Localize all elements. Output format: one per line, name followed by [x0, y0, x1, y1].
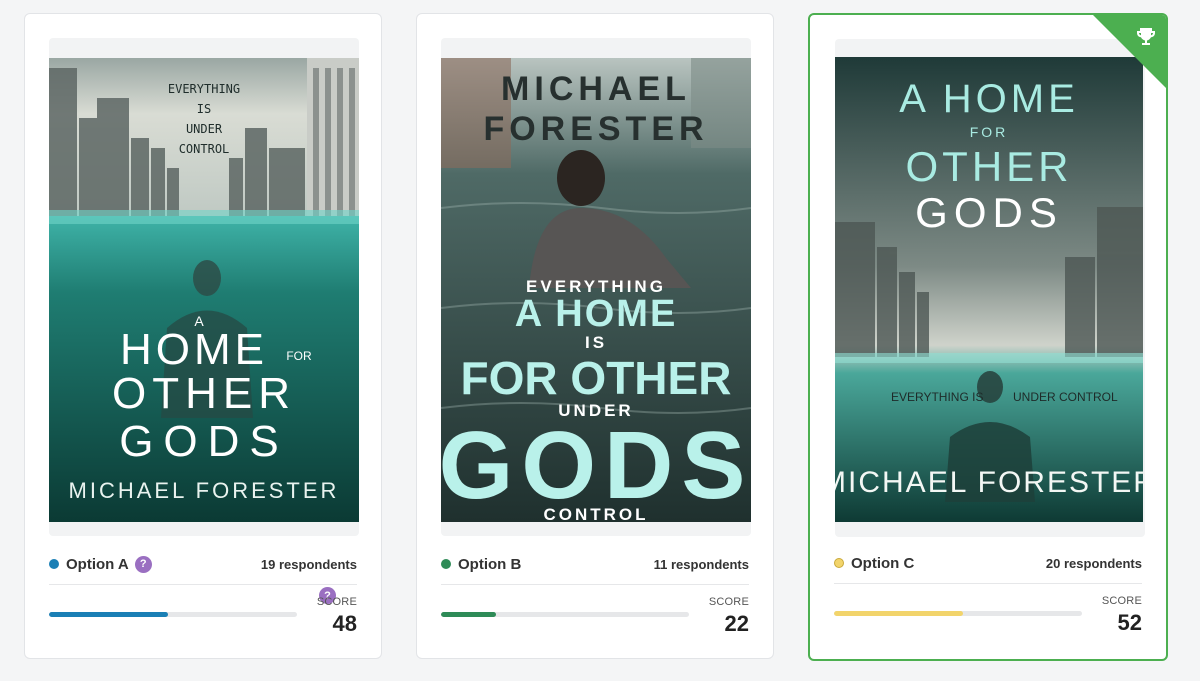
cover-line-4: FOR OTHER — [461, 352, 732, 404]
book-cover-image[interactable]: A HOME FOR OTHER GODS EVERYTHING IS UNDE… — [835, 57, 1143, 522]
cover-author: MICHAEL FORESTER — [835, 466, 1143, 499]
cover-tagline-right: UNDER CONTROL — [1013, 390, 1118, 404]
score-progress-bar — [834, 611, 1082, 616]
score-label: SCORE — [1101, 595, 1142, 607]
option-label: Option B — [458, 555, 522, 573]
cover-title-for: FOR — [970, 124, 1009, 140]
respondents-count: 20 respondents — [1045, 555, 1142, 571]
divider — [49, 584, 357, 585]
option-row: Option A ? 19 respondents — [49, 551, 357, 577]
score-label: SCORE — [708, 596, 749, 608]
option-label: Option C — [851, 554, 915, 572]
cover-tagline-left: EVERYTHING IS — [891, 390, 983, 404]
cover-tagline-4: CONTROL — [179, 142, 230, 156]
option-row: Option B 11 respondents — [441, 551, 749, 577]
score-label: SCORE — [316, 596, 357, 608]
trophy-icon — [1137, 28, 1155, 45]
score-progress-fill — [834, 611, 963, 616]
option-color-dot — [834, 558, 844, 568]
cover-author-first: MICHAEL — [501, 70, 691, 108]
question-circle-icon[interactable]: ? — [134, 555, 152, 573]
cover-title-for: FOR — [286, 349, 312, 363]
cover-tagline-3: UNDER — [186, 122, 223, 136]
book-cover-image[interactable]: MICHAEL FORESTER EVERYTHING A HOME IS FO… — [441, 58, 751, 522]
option-label: Option A — [66, 555, 129, 573]
cover-line-2: A HOME — [515, 293, 678, 335]
cover-tagline-1: EVERYTHING — [168, 82, 240, 96]
score-value: 48 — [332, 611, 357, 636]
divider — [834, 583, 1142, 584]
score-value: 22 — [724, 611, 749, 636]
score-value: 52 — [1117, 610, 1142, 635]
cover-title-a-home: A HOME — [899, 77, 1079, 121]
respondents-count: 11 respondents — [653, 556, 749, 572]
cover-line-3: IS — [585, 333, 607, 352]
book-cover-image[interactable]: EVERYTHING IS UNDER CONTROL A HOME FOR O… — [49, 58, 359, 522]
option-card-a[interactable]: EVERYTHING IS UNDER CONTROL A HOME FOR O… — [24, 13, 382, 659]
score-progress-fill — [49, 612, 169, 617]
option-color-dot — [49, 559, 59, 569]
cover-tagline-2: IS — [197, 102, 211, 116]
divider — [441, 584, 749, 585]
score-progress-bar — [49, 612, 297, 617]
cover-line-6: GODS — [441, 412, 751, 519]
cover-author: MICHAEL FORESTER — [69, 478, 340, 503]
score-progress-bar — [441, 612, 689, 617]
option-card-c[interactable]: A HOME FOR OTHER GODS EVERYTHING IS UNDE… — [808, 13, 1168, 661]
respondents-count: 19 respondents — [260, 556, 357, 572]
cover-title-gods: GODS — [915, 189, 1063, 236]
option-color-dot — [441, 559, 451, 569]
cover-title-gods: GODS — [119, 417, 289, 466]
cover-author-last: FORESTER — [483, 110, 708, 148]
option-card-b[interactable]: MICHAEL FORESTER EVERYTHING A HOME IS FO… — [416, 13, 774, 659]
option-row: Option C 20 respondents — [834, 550, 1142, 576]
cover-title-home: HOME — [120, 325, 268, 374]
cover-title-other: OTHER — [112, 369, 296, 418]
score-progress-fill — [441, 612, 496, 617]
cover-title-other: OTHER — [906, 143, 1073, 190]
cover-line-7: CONTROL — [543, 505, 648, 522]
